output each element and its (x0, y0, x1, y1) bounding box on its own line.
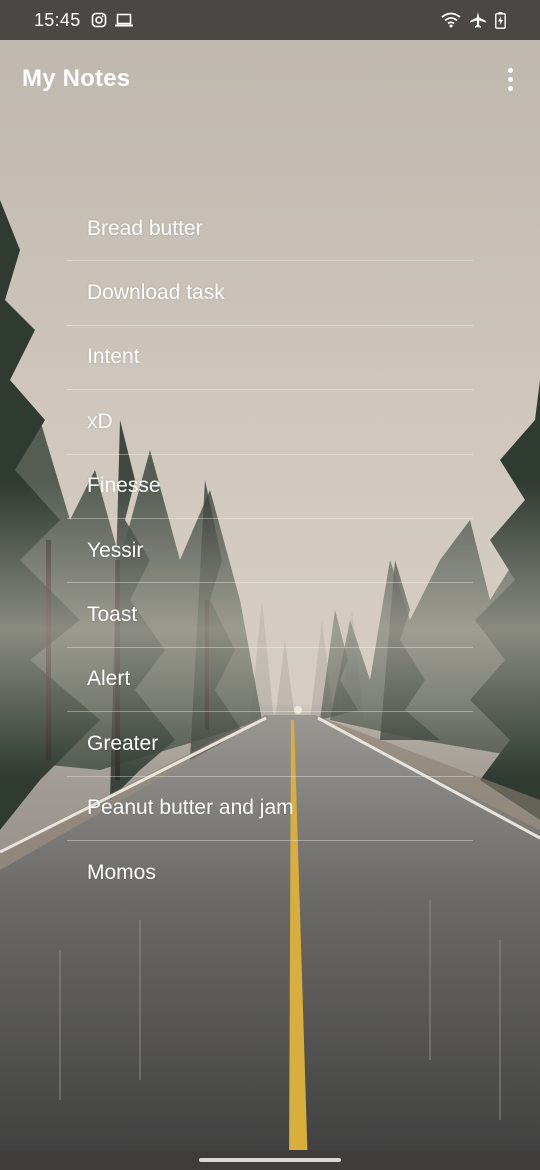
status-bar: 15:45 (0, 0, 540, 40)
status-right-icons (441, 11, 506, 29)
navigation-bar (0, 1150, 540, 1170)
status-left-icons (91, 12, 133, 28)
note-label: Intent (87, 345, 140, 369)
note-label: Finesse (87, 474, 161, 498)
notes-list: Bread butter Download task Intent xD Fin… (67, 197, 473, 905)
note-item[interactable]: Intent (67, 326, 473, 391)
note-label: Alert (87, 667, 131, 691)
wifi-icon (441, 12, 461, 28)
menu-dot (507, 76, 513, 82)
note-label: Greater (87, 731, 159, 755)
note-item[interactable]: Greater (67, 712, 473, 777)
laptop-icon (114, 13, 133, 27)
menu-dot (507, 85, 513, 91)
note-item[interactable]: Momos (67, 841, 473, 905)
note-item[interactable]: Download task (67, 261, 473, 326)
note-label: Momos (87, 861, 156, 885)
note-label: Toast (87, 603, 138, 627)
note-label: Peanut butter and jam (87, 796, 294, 820)
airplane-icon (469, 11, 487, 29)
app-title: My Notes (22, 65, 131, 92)
note-item[interactable]: Finesse (67, 455, 473, 519)
menu-dot (507, 67, 513, 73)
note-item[interactable]: Bread butter (67, 197, 473, 262)
note-label: Download task (87, 281, 225, 305)
app-screen: 15:45 My Notes Bread butter Download tas… (0, 0, 540, 1170)
home-gesture-handle[interactable] (199, 1158, 341, 1162)
battery-charging-icon (495, 11, 506, 29)
note-item[interactable]: Peanut butter and jam (67, 777, 473, 841)
note-item[interactable]: Toast (67, 583, 473, 648)
app-bar: My Notes (0, 40, 540, 118)
note-item[interactable]: Alert (67, 648, 473, 713)
status-time: 15:45 (34, 9, 81, 30)
note-label: Bread butter (87, 216, 203, 240)
more-vert-icon[interactable] (500, 59, 520, 99)
note-label: Yessir (87, 538, 144, 562)
note-item[interactable]: Yessir (67, 519, 473, 584)
instagram-icon (91, 12, 107, 28)
note-label: xD (87, 409, 113, 433)
note-item[interactable]: xD (67, 390, 473, 455)
